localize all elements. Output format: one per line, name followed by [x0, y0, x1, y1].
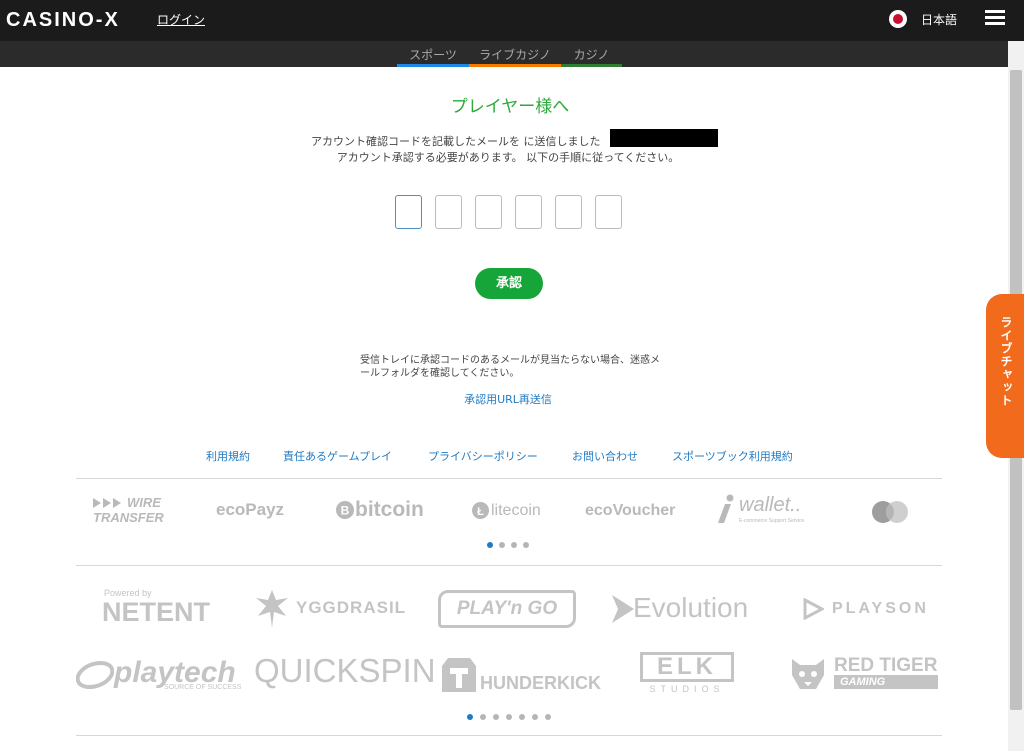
litecoin-icon: Ł [472, 502, 489, 519]
site-logo[interactable]: CASINO-X [6, 9, 120, 32]
japan-flag-icon [889, 10, 907, 28]
playson-logo: PLAYSON [832, 600, 929, 617]
divider [76, 735, 942, 736]
carousel-dot[interactable] [545, 714, 551, 720]
live-chat-button[interactable]: ライブチャット [986, 294, 1024, 458]
red-tiger-logo: RED TIGER [834, 655, 938, 676]
svg-text:B: B [341, 504, 350, 518]
payment-carousel-dots [487, 542, 531, 548]
code-digit-6[interactable] [595, 195, 622, 229]
language-selector[interactable]: 日本語 [889, 9, 957, 29]
footer-link-privacy[interactable]: プライバシーポリシー [428, 448, 538, 464]
carousel-dot[interactable] [511, 542, 517, 548]
hamburger-icon[interactable] [985, 10, 1005, 26]
footer-link-terms[interactable]: 利用規約 [206, 448, 250, 464]
code-digit-1[interactable] [395, 195, 422, 229]
red-tiger-gaming-text: GAMING [834, 675, 938, 689]
carousel-dot[interactable] [519, 714, 525, 720]
carousel-dot[interactable] [532, 714, 538, 720]
playson-icon [803, 598, 824, 620]
thunderkick-logo: HUNDERKICK [480, 673, 601, 693]
iwallet-tagline: E-commerce Support Service [739, 518, 805, 524]
elk-logo: ELK [640, 652, 734, 682]
code-digit-4[interactable] [515, 195, 542, 229]
redacted-email [610, 129, 718, 147]
wire-arrows-icon [93, 498, 121, 508]
footer-link-responsible-gaming[interactable]: 責任あるゲームプレイ [283, 448, 392, 464]
confirmation-message: アカウント確認コードを記載したメールを に送信しました [311, 135, 601, 148]
red-tiger-icon [792, 659, 824, 689]
live-chat-label: ライブチャット [999, 316, 1013, 407]
code-digit-3[interactable] [475, 195, 502, 229]
playtech-swoosh-icon [76, 660, 114, 690]
resend-url-link[interactable]: 承認用URL再送信 [0, 391, 1016, 407]
mastercard-icon [872, 501, 908, 523]
footer-links: 利用規約 責任あるゲームプレイ プライバシーポリシー お問い合わせ スポーツブッ… [0, 448, 1016, 464]
iwallet-icon [718, 494, 734, 523]
ecopayz-logo: ecoPayz [216, 500, 285, 519]
elk-studios-text: STUDIOS [649, 684, 725, 694]
confirm-button[interactable]: 承認 [475, 268, 543, 299]
playtech-tagline: SOURCE OF SUCCESS [164, 684, 242, 691]
page-title: プレイヤー様へ [450, 97, 570, 117]
login-link[interactable]: ログイン [157, 11, 205, 28]
carousel-dot[interactable] [487, 542, 493, 548]
carousel-dot[interactable] [467, 714, 473, 720]
tab-sports[interactable]: スポーツ [397, 41, 469, 67]
language-label: 日本語 [921, 12, 958, 27]
svg-text:Ł: Ł [477, 506, 484, 518]
code-digit-5[interactable] [555, 195, 582, 229]
code-digit-2[interactable] [435, 195, 462, 229]
carousel-dot[interactable] [499, 542, 505, 548]
litecoin-logo: litecoin [491, 502, 541, 519]
thunderkick-icon [442, 658, 476, 692]
yggdrasil-logo: YGGDRASIL [296, 598, 407, 617]
carousel-dot[interactable] [523, 542, 529, 548]
footer-link-contact[interactable]: お問い合わせ [572, 448, 638, 464]
bitcoin-logo: bitcoin [355, 498, 424, 521]
spam-folder-note: 受信トレイに承認コードのあるメールが見当たらない場合、迷惑メールフォルダを確認し… [360, 355, 660, 379]
divider [76, 565, 942, 566]
provider-carousel-dots [467, 714, 551, 720]
evolution-logo: Evolution [633, 592, 749, 623]
evolution-icon [612, 595, 634, 623]
wire-transfer-logo-line1: WIRE [127, 495, 161, 510]
carousel-dot[interactable] [480, 714, 486, 720]
bitcoin-icon: B [336, 501, 354, 519]
playngo-logo: PLAY'n GO [438, 590, 576, 628]
divider [76, 478, 942, 479]
verification-code-inputs [395, 195, 635, 229]
carousel-dot[interactable] [506, 714, 512, 720]
top-header: CASINO-X ログイン 日本語 [0, 0, 1024, 41]
quickspin-logo: QUICKSPIN [254, 652, 436, 689]
instruction-message: アカウント承認する必要があります。 以下の手順に従ってください。 [336, 151, 680, 164]
tab-casino[interactable]: カジノ [561, 41, 622, 67]
yggdrasil-tree-icon [256, 590, 288, 628]
netent-logo: NETENT [102, 597, 210, 627]
category-nav: スポーツ ライブカジノ カジノ [0, 41, 1024, 67]
tab-live-casino[interactable]: ライブカジノ [469, 41, 561, 67]
carousel-dot[interactable] [493, 714, 499, 720]
iwallet-logo: wallet.. [739, 494, 802, 516]
footer-link-sportsbook-terms[interactable]: スポーツブック利用規約 [672, 448, 793, 464]
ecovoucher-logo: ecoVoucher [585, 502, 676, 519]
wire-transfer-logo-line2: TRANSFER [93, 510, 164, 525]
